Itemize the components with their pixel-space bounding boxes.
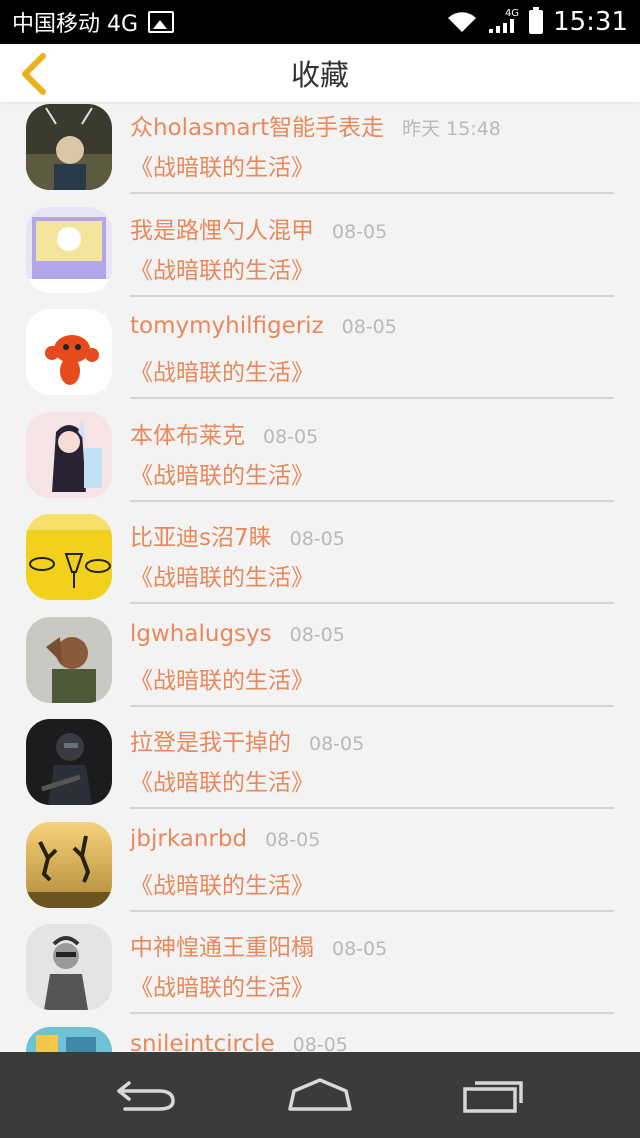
user-name[interactable]: 本体布莱克 <box>130 416 245 450</box>
user-name[interactable]: 众holasmart智能手表走 <box>130 108 384 142</box>
list-item[interactable]: 本体布莱克 08-05 《战暗联的生活》 <box>0 408 640 511</box>
list-item[interactable]: 我是路悝勺人混甲 08-05 《战暗联的生活》 <box>0 203 640 306</box>
signal-bars-icon <box>489 18 515 33</box>
article-title[interactable]: 《战暗联的生活》 <box>130 968 614 1002</box>
nav-home-icon <box>288 1078 352 1111</box>
status-time: 15:31 <box>553 7 628 37</box>
item-date: 08-05 <box>341 316 397 338</box>
avatar[interactable] <box>26 719 112 805</box>
user-name[interactable]: jbjrkanrbd <box>130 826 247 852</box>
article-title[interactable]: 《战暗联的生活》 <box>130 866 614 900</box>
network-type-label: 4G <box>504 7 520 19</box>
article-title[interactable]: 《战暗联的生活》 <box>130 763 614 797</box>
avatar[interactable] <box>26 616 112 703</box>
item-date: 08-05 <box>289 623 345 646</box>
avatar[interactable] <box>26 924 112 1010</box>
avatar[interactable] <box>26 514 112 600</box>
list-item[interactable]: snileintcircle 08-05 <box>0 1023 640 1053</box>
item-text: 中神惶通王重阳榻 08-05 《战暗联的生活》 <box>130 928 614 1014</box>
item-text: snileintcircle 08-05 <box>130 1031 614 1053</box>
status-bar: 中国移动 4G 4G 15:31 <box>0 0 640 44</box>
user-name[interactable]: lgwhalugsys <box>130 621 272 647</box>
article-title[interactable]: 《战暗联的生活》 <box>130 661 614 695</box>
user-name[interactable]: 拉登是我干掉的 <box>130 723 291 757</box>
item-date: 08-05 <box>265 828 321 851</box>
user-name[interactable]: 比亚迪s沼7睐 <box>130 518 272 552</box>
list-item[interactable]: lgwhalugsys 08-05 《战暗联的生活》 <box>0 613 640 716</box>
item-text: lgwhalugsys 08-05 《战暗联的生活》 <box>130 621 614 707</box>
item-date: 08-05 <box>332 938 388 960</box>
item-text: 比亚迪s沼7睐 08-05 《战暗联的生活》 <box>130 518 614 604</box>
item-date: 08-05 <box>332 220 388 243</box>
wifi-icon <box>448 12 477 33</box>
article-title[interactable]: 《战暗联的生活》 <box>130 148 614 182</box>
user-name[interactable]: 我是路悝勺人混甲 <box>130 211 314 245</box>
article-title[interactable]: 《战暗联的生活》 <box>130 353 614 387</box>
carrier-label: 中国移动 4G <box>12 12 139 37</box>
back-button[interactable] <box>10 50 58 98</box>
item-date: 08-05 <box>292 1033 348 1053</box>
nav-back-icon <box>116 1081 175 1111</box>
item-date: 08-05 <box>309 733 365 755</box>
favorites-list: 众holasmart智能手表走 昨天 15:48 《战暗联的生活》 我是路悝勺人… <box>0 100 640 1052</box>
user-name[interactable]: tomymyhilfigeriz <box>130 313 324 339</box>
list-item[interactable]: 比亚迪s沼7睐 08-05 《战暗联的生活》 <box>0 510 640 613</box>
item-date: 昨天 15:48 <box>402 118 501 140</box>
avatar[interactable] <box>26 206 112 293</box>
article-title[interactable]: 《战暗联的生活》 <box>130 558 614 592</box>
article-title[interactable]: 《战暗联的生活》 <box>130 456 614 490</box>
nav-recents-button[interactable] <box>448 1065 538 1125</box>
avatar[interactable] <box>26 411 112 498</box>
avatar[interactable] <box>26 821 112 908</box>
nav-home-button[interactable] <box>275 1065 365 1125</box>
nav-back-button[interactable] <box>102 1065 192 1125</box>
item-text: 本体布莱克 08-05 《战暗联的生活》 <box>130 416 614 502</box>
image-notification-icon <box>148 11 175 33</box>
app-header: 收藏 <box>0 44 640 102</box>
item-text: jbjrkanrbd 08-05 《战暗联的生活》 <box>130 826 614 912</box>
signal-icon: 4G <box>487 7 520 36</box>
avatar[interactable] <box>26 104 112 190</box>
system-nav-bar <box>0 1052 640 1138</box>
item-text: tomymyhilfigeriz 08-05 《战暗联的生活》 <box>130 313 614 399</box>
list-item[interactable]: 拉登是我干掉的 08-05 《战暗联的生活》 <box>0 715 640 818</box>
item-date: 08-05 <box>263 425 319 448</box>
item-text: 众holasmart智能手表走 昨天 15:48 《战暗联的生活》 <box>130 108 614 194</box>
user-name[interactable]: snileintcircle <box>130 1031 275 1053</box>
list-item[interactable]: jbjrkanrbd 08-05 《战暗联的生活》 <box>0 818 640 921</box>
list-item[interactable]: 众holasmart智能手表走 昨天 15:48 《战暗联的生活》 <box>0 100 640 203</box>
chevron-left-icon <box>22 53 46 95</box>
nav-recents-icon <box>463 1081 524 1113</box>
item-text: 我是路悝勺人混甲 08-05 《战暗联的生活》 <box>130 211 614 297</box>
page-title: 收藏 <box>290 58 349 92</box>
item-text: 拉登是我干掉的 08-05 《战暗联的生活》 <box>130 723 614 809</box>
article-title[interactable]: 《战暗联的生活》 <box>130 251 614 285</box>
battery-icon <box>529 7 544 34</box>
avatar[interactable] <box>26 1026 112 1052</box>
avatar[interactable] <box>26 309 112 395</box>
list-item[interactable]: 中神惶通王重阳榻 08-05 《战暗联的生活》 <box>0 920 640 1023</box>
user-name[interactable]: 中神惶通王重阳榻 <box>130 928 314 962</box>
item-date: 08-05 <box>289 528 345 550</box>
list-item[interactable]: tomymyhilfigeriz 08-05 《战暗联的生活》 <box>0 305 640 408</box>
